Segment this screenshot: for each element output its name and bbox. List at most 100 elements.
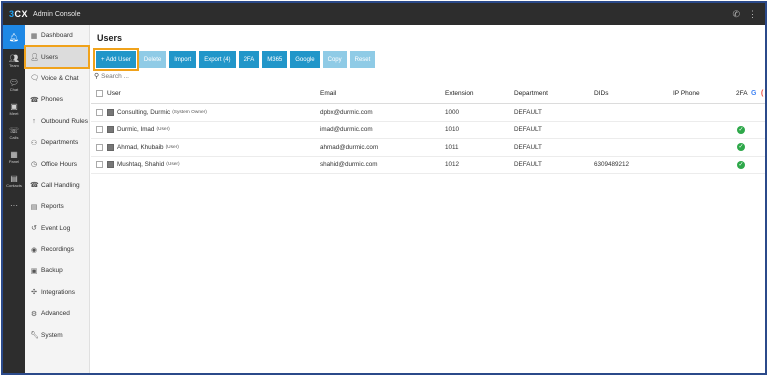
calls-icon: ☏ bbox=[8, 126, 19, 135]
column-header-user[interactable]: User bbox=[107, 84, 121, 103]
user-department: DEFAULT bbox=[514, 126, 542, 134]
sidebar-item-system[interactable]: 🔧︎ System bbox=[25, 324, 89, 345]
sidebar-item-outbound-rules[interactable]: ↑ Outbound Rules bbox=[25, 111, 89, 132]
chat-icon: 💬︎ bbox=[8, 78, 20, 87]
users-table: User Email Extension Department DIDs IP … bbox=[91, 84, 765, 174]
copy-button[interactable]: Copy bbox=[322, 51, 347, 68]
voice-chat-icon: 🗨︎ bbox=[30, 75, 39, 83]
backup-icon: ▣ bbox=[30, 267, 38, 275]
sidebar-item-backup[interactable]: ▣ Backup bbox=[25, 260, 89, 281]
avatar bbox=[107, 161, 114, 169]
reset-button[interactable]: Reset bbox=[349, 51, 376, 68]
search-bar: ⚲ bbox=[94, 72, 242, 80]
column-header-department[interactable]: Department bbox=[514, 84, 548, 103]
m365-button[interactable]: M365 bbox=[262, 51, 288, 68]
delete-button[interactable]: Delete bbox=[138, 51, 167, 68]
outbound-icon: ↑ bbox=[32, 117, 36, 125]
check-circle-icon: ✓ bbox=[737, 160, 745, 169]
meet-icon: ▣ bbox=[10, 102, 18, 111]
rail-more[interactable]: ··· bbox=[3, 193, 25, 217]
panel-icon: ▦ bbox=[10, 150, 18, 159]
google-button[interactable]: Google bbox=[290, 51, 320, 68]
rail-panel[interactable]: ▦ Panel bbox=[3, 145, 25, 169]
rail-meet[interactable]: ▣ Meet bbox=[3, 97, 25, 121]
sidebar-item-event-log[interactable]: ↺ Event Log bbox=[25, 218, 89, 239]
user-extension: 1000 bbox=[445, 108, 460, 116]
twofa-button[interactable]: 2FA bbox=[238, 51, 260, 68]
sidebar-item-reports[interactable]: ▤ Reports bbox=[25, 196, 89, 217]
sidebar-item-recordings[interactable]: ◉ Recordings bbox=[25, 239, 89, 260]
top-bar: 3CX Admin Console ✆ ⋮ bbox=[3, 3, 765, 25]
sidebar-item-advanced[interactable]: ⚙ Advanced bbox=[25, 303, 89, 324]
avatar bbox=[107, 143, 114, 151]
check-circle-icon: ✓ bbox=[737, 143, 745, 152]
sidebar-item-users[interactable]: 👤︎ Users bbox=[24, 45, 90, 69]
logo: 3CX bbox=[9, 9, 29, 19]
row-checkbox[interactable] bbox=[96, 143, 103, 151]
rail-notifications[interactable]: 🔔︎ bbox=[3, 25, 25, 49]
table-row[interactable]: Durmic, Imad (User) imad@durmic.com 1010 … bbox=[91, 122, 765, 139]
export-button[interactable]: Export (4) bbox=[199, 51, 236, 68]
microsoft-icon: ( bbox=[761, 90, 764, 97]
phone-icon[interactable]: ✆ bbox=[732, 9, 740, 20]
user-name: Mushtaq, Shahid bbox=[117, 161, 165, 169]
table-row[interactable]: Ahmad, Khubaib (User) ahmad@durmic.com 10… bbox=[91, 139, 765, 157]
app-rail: 🔔︎ 👥︎ Team 💬︎ Chat ▣ Meet ☏ Calls ▦ Pane… bbox=[3, 25, 25, 373]
rail-chat[interactable]: 💬︎ Chat bbox=[3, 73, 25, 97]
sidebar-item-phones[interactable]: ☎ Phones bbox=[25, 89, 89, 110]
menu-icon[interactable]: ⋮ bbox=[748, 9, 757, 20]
user-email: imad@durmic.com bbox=[320, 126, 373, 134]
user-role: (User) bbox=[166, 162, 180, 168]
row-checkbox[interactable] bbox=[96, 126, 103, 134]
avatar bbox=[107, 108, 114, 116]
sidebar-item-dashboard[interactable]: ▦ Dashboard bbox=[25, 25, 89, 46]
sidebar-item-voice-chat[interactable]: 🗨︎ Voice & Chat bbox=[25, 68, 89, 89]
sidebar-item-call-handling[interactable]: ☎ Call Handling bbox=[25, 175, 89, 196]
column-header-ip-phone[interactable]: IP Phone bbox=[673, 84, 700, 103]
user-department: DEFAULT bbox=[514, 143, 542, 151]
team-icon: 👥︎ bbox=[8, 54, 20, 63]
page-title: Users bbox=[97, 33, 123, 43]
sidebar-item-integrations[interactable]: ✣ Integrations bbox=[25, 282, 89, 303]
add-user-button[interactable]: + Add User bbox=[93, 48, 139, 71]
rail-calls[interactable]: ☏ Calls bbox=[3, 121, 25, 145]
event-log-icon: ↺ bbox=[31, 225, 37, 233]
row-checkbox[interactable] bbox=[96, 161, 103, 169]
app-title: Admin Console bbox=[33, 10, 81, 18]
column-header-extension[interactable]: Extension bbox=[445, 84, 474, 103]
table-row[interactable]: Mushtaq, Shahid (User) shahid@durmic.com … bbox=[91, 157, 765, 174]
column-header-dids[interactable]: DIDs bbox=[594, 84, 608, 103]
user-email: ahmad@durmic.com bbox=[320, 143, 379, 151]
user-email: dpbx@durmic.com bbox=[320, 108, 373, 116]
user-extension: 1011 bbox=[445, 143, 459, 151]
contacts-icon: ▤ bbox=[10, 174, 18, 183]
search-icon: ⚲ bbox=[94, 73, 100, 80]
rail-team[interactable]: 👥︎ Team bbox=[3, 49, 25, 73]
dashboard-icon: ▦ bbox=[30, 32, 38, 40]
user-extension: 1012 bbox=[445, 161, 460, 169]
column-header-email[interactable]: Email bbox=[320, 84, 336, 103]
user-icon: 👤︎ bbox=[30, 54, 39, 62]
user-name: Ahmad, Khubaib bbox=[117, 143, 164, 151]
user-name: Durmic, Imad bbox=[117, 126, 155, 134]
user-role: (System Owner) bbox=[172, 109, 207, 115]
search-input[interactable] bbox=[101, 72, 242, 80]
sidebar-item-departments[interactable]: ⚇ Departments bbox=[25, 132, 89, 153]
check-circle-icon: ✓ bbox=[737, 125, 745, 134]
column-header-2fa[interactable]: 2FA bbox=[736, 84, 748, 103]
user-department: DEFAULT bbox=[514, 161, 542, 169]
integrations-icon: ✣ bbox=[31, 289, 37, 297]
select-all-checkbox[interactable] bbox=[96, 90, 103, 97]
clock-icon: ◷ bbox=[30, 161, 38, 169]
import-button[interactable]: Import bbox=[169, 51, 197, 68]
row-checkbox[interactable] bbox=[96, 108, 103, 116]
avatar bbox=[107, 126, 114, 134]
gear-icon: ⚙ bbox=[30, 310, 38, 318]
sidebar: ▦ Dashboard 👤︎ Users 🗨︎ Voice & Chat ☎ P… bbox=[24, 25, 90, 373]
table-row[interactable]: Consulting, Durmic (System Owner) dpbx@du… bbox=[91, 104, 765, 122]
rail-contacts[interactable]: ▤ Contacts bbox=[3, 169, 25, 193]
user-dids: 6309489212 bbox=[594, 161, 630, 169]
main-content: Users + Add User Delete Import Export (4… bbox=[91, 25, 765, 373]
sidebar-item-office-hours[interactable]: ◷ Office Hours bbox=[25, 153, 89, 174]
user-extension: 1010 bbox=[445, 126, 460, 134]
